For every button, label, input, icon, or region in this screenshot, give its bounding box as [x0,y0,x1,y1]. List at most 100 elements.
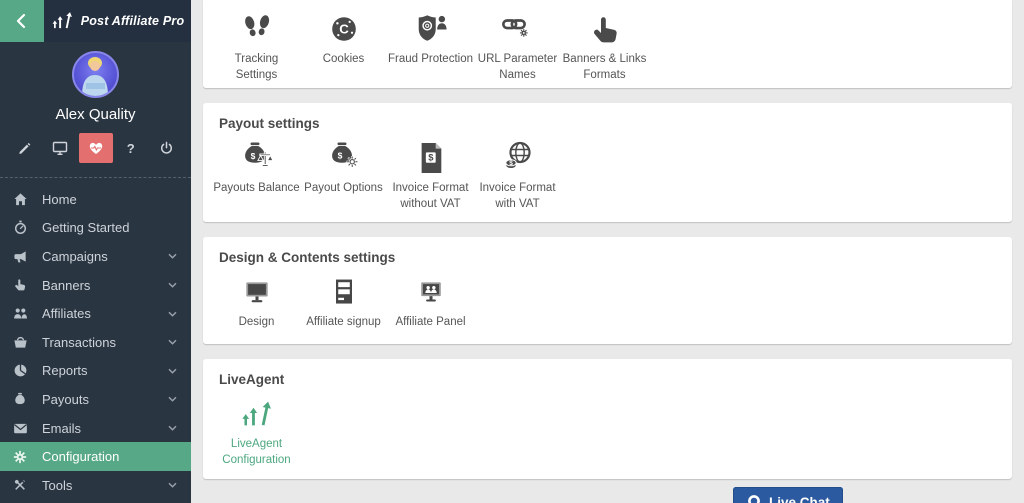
card-item-banners-links-formats[interactable]: Banners & Links Formats [561,7,648,83]
card-item-liveagent-configuration[interactable]: LiveAgent Configuration [213,392,300,468]
card-item-fraud-protection[interactable]: Fraud Protection [387,7,474,83]
display-settings-button[interactable] [43,133,77,163]
svg-text:C: C [339,22,349,37]
sidebar-item-label: Transactions [42,335,116,350]
globe-invoice-icon: $ [500,136,536,178]
svg-text:$: $ [509,160,513,167]
card-item-label: Payouts Balance [213,181,299,197]
card-item-url-parameter-names[interactable]: URL Parameter Names [474,7,561,83]
sidebar-item-label: Home [42,192,77,207]
sidebar-item-transactions[interactable]: Transactions [0,328,191,357]
shield-user-icon [413,7,449,49]
card-item-tracking-settings[interactable]: Tracking Settings [213,7,300,83]
sidebar-item-tools[interactable]: Tools [0,471,191,500]
sidebar-item-label: Getting Started [42,220,129,235]
chevron-left-icon [14,13,30,29]
chevron-down-icon [168,396,177,402]
payout-settings-card: Payout settings $ Payouts Balance $ Payo… [203,103,1012,222]
card-item-affiliate-panel[interactable]: Affiliate Panel [387,270,474,331]
live-chat-label: Live Chat [769,495,830,503]
collapse-sidebar-button[interactable] [0,0,44,42]
monitor-icon [52,140,68,156]
card-item-invoice-format-with-vat[interactable]: $ Invoice Format with VAT [474,136,561,212]
chevron-down-icon [168,282,177,288]
card-item-label: Banners & Links Formats [561,52,648,83]
hand-pointer-icon [12,278,28,292]
sidebar-divider [0,177,191,178]
app-title: Post Affiliate Pro [81,14,185,28]
card-item-payouts-balance[interactable]: $ Payouts Balance [213,136,300,212]
card-title: Payout settings [203,103,1012,131]
sidebar-item-campaigns[interactable]: Campaigns [0,242,191,271]
chevron-down-icon [168,339,177,345]
pencil-icon [18,141,32,155]
app-logo[interactable]: Post Affiliate Pro [44,0,191,42]
pie-chart-icon [12,363,28,378]
card-item-label: Payout Options [304,181,383,197]
card-item-label: Cookies [323,52,365,68]
sidebar-item-reports[interactable]: Reports [0,357,191,386]
sidebar-item-label: Campaigns [42,249,108,264]
link-gear-icon [500,7,536,49]
sidebar: Post Affiliate Pro Alex Quality ? [0,0,191,503]
sidebar-item-payouts[interactable]: Payouts [0,385,191,414]
basket-icon [12,335,28,350]
card-items: LiveAgent Configuration [203,392,1012,468]
chat-bubble-icon [746,494,762,503]
card-items: Design Affiliate signup Affiliate Panel [203,270,1012,331]
user-avatar[interactable] [72,51,119,98]
sidebar-item-label: Configuration [42,449,119,464]
sidebar-item-label: Affiliates [42,306,91,321]
card-item-label: Design [239,315,275,331]
avatar-illustration [74,53,117,96]
live-chat-button[interactable]: Live Chat [733,487,843,503]
question-icon: ? [127,141,135,156]
card-item-affiliate-signup[interactable]: Affiliate signup [300,270,387,331]
health-status-button[interactable] [79,133,113,163]
footprints-icon [239,7,275,49]
stopwatch-icon [12,220,28,235]
power-icon [159,141,174,156]
chevron-down-icon [168,482,177,488]
edit-profile-button[interactable] [8,133,42,163]
card-item-invoice-format-without-vat[interactable]: $ Invoice Format without VAT [387,136,474,212]
main-content: Tracking Settings C Cookies Fraud Protec… [191,0,1024,503]
card-item-label: URL Parameter Names [474,52,561,83]
cookie-icon: C [327,7,361,49]
quick-actions: ? [0,132,191,164]
panel-users-icon [414,270,448,312]
svg-text:$: $ [337,151,342,161]
logout-button[interactable] [149,133,183,163]
card-title: Design & Contents settings [203,237,1012,265]
card-item-payout-options[interactable]: $ Payout Options [300,136,387,212]
heart-pulse-icon [88,141,104,155]
home-icon [12,192,28,207]
sidebar-item-affiliates[interactable]: Affiliates [0,299,191,328]
sidebar-item-label: Emails [42,421,81,436]
card-item-cookies[interactable]: C Cookies [300,7,387,83]
sidebar-item-label: Reports [42,363,88,378]
gear-icon [12,450,28,464]
tools-icon [12,478,28,492]
card-items: Tracking Settings C Cookies Fraud Protec… [203,7,1012,83]
megaphone-icon [12,249,28,264]
help-button[interactable]: ? [114,133,148,163]
sidebar-item-getting-started[interactable]: Getting Started [0,214,191,243]
card-item-label: Invoice Format without VAT [387,181,474,212]
liveagent-arrows-icon [240,392,274,434]
sidebar-item-configuration[interactable]: Configuration [0,442,191,471]
sidebar-item-banners[interactable]: Banners [0,271,191,300]
hand-pointer-icon [589,7,621,49]
card-item-design[interactable]: Design [213,270,300,331]
sidebar-header: Post Affiliate Pro [0,0,191,42]
svg-text:$: $ [428,153,434,163]
sidebar-item-emails[interactable]: Emails [0,414,191,443]
sidebar-item-label: Tools [42,478,72,493]
sidebar-item-home[interactable]: Home [0,185,191,214]
design-contents-settings-card: Design & Contents settings Design Affili… [203,237,1012,344]
chevron-down-icon [168,368,177,374]
card-item-label: Fraud Protection [388,52,473,68]
money-bag-scales-icon: $ [239,136,275,178]
signup-form-icon [328,270,360,312]
sidebar-nav: Home Getting Started Campaigns Banners A… [0,185,191,503]
